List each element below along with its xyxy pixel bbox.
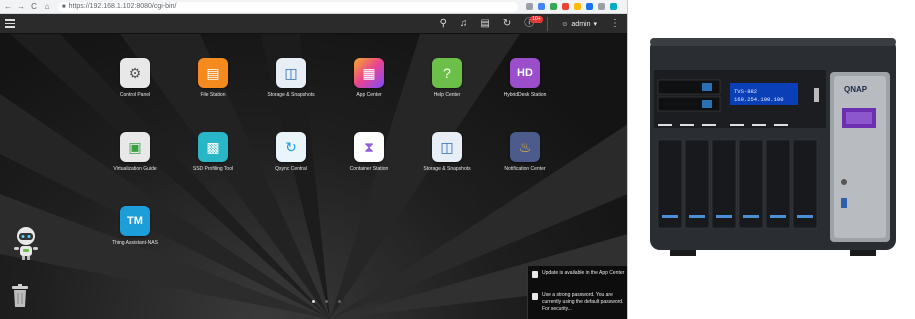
- app-notification-center[interactable]: ♨ Notification Center: [485, 132, 565, 172]
- notification-item[interactable]: Use a strong password. You are currently…: [532, 292, 627, 313]
- document-icon: [532, 271, 538, 278]
- app-label: Control Panel: [119, 92, 151, 98]
- browser-toolbar: ← → C ⌂ ■ https://192.168.1.102:8080/cgi…: [0, 0, 627, 14]
- extension-icon[interactable]: [586, 3, 593, 10]
- app-label: Qsync Central: [275, 166, 307, 172]
- grid-icon: ▦: [354, 58, 384, 88]
- app-app-center[interactable]: ▦ App Center: [329, 58, 409, 98]
- forward-icon[interactable]: →: [16, 2, 26, 12]
- user-menu[interactable]: ☺ admin ▾: [561, 20, 597, 29]
- browser-window: ← → C ⌂ ■ https://192.168.1.102:8080/cgi…: [0, 0, 628, 319]
- main-menu-button[interactable]: [0, 14, 20, 34]
- app-virtualization-guide[interactable]: ▣ Virtualization Guide: [95, 132, 175, 172]
- trash-icon[interactable]: [11, 284, 29, 308]
- app-label: File Station: [200, 92, 226, 98]
- user-icon: ☺: [561, 20, 569, 28]
- qts-topbar: ⚲ ♫ ▤ ↻ ⓘ 10+ ☺ admin ▾ ⋮: [0, 14, 627, 34]
- robot-assistant-icon[interactable]: [10, 224, 42, 262]
- app-label: Storage & Snapshots: [267, 92, 315, 98]
- folder-icon: ▤: [198, 58, 228, 88]
- extension-icons: [526, 3, 617, 10]
- app-label: Virtualization Guide: [113, 166, 157, 172]
- lcd-ip: 169.254.100.100: [734, 96, 784, 103]
- app-label: Storage & Snapshots: [423, 166, 471, 172]
- lcd-model: TVS-882: [734, 88, 757, 95]
- search-icon[interactable]: ⚲: [440, 14, 447, 34]
- app-label: Container Station: [349, 166, 389, 172]
- home-icon[interactable]: ⌂: [42, 2, 52, 12]
- volume-icon[interactable]: ♫: [460, 14, 468, 34]
- extension-icon[interactable]: [598, 3, 605, 10]
- bell-icon: ♨: [510, 132, 540, 162]
- app-control-panel[interactable]: ⚙ Control Panel: [95, 58, 175, 98]
- app-label: SSD Profiling Tool: [192, 166, 234, 172]
- app-thing-assistant[interactable]: TM Thing Assistant-NAS: [95, 206, 175, 246]
- username: admin: [571, 20, 591, 28]
- back-icon[interactable]: ←: [3, 2, 13, 12]
- app-file-station[interactable]: ▤ File Station: [173, 58, 253, 98]
- external-device-icon[interactable]: ↻: [503, 14, 511, 34]
- question-icon: ?: [432, 58, 462, 88]
- more-icon[interactable]: ⋮: [610, 14, 620, 34]
- sync-icon: ↻: [276, 132, 306, 162]
- notification-badge: 10+: [530, 16, 543, 23]
- app-label: Notification Center: [504, 166, 546, 172]
- app-ssd-profiling-tool[interactable]: ▩ SSD Profiling Tool: [173, 132, 253, 172]
- app-label: HybridDesk Station: [503, 92, 547, 98]
- screen: { "browser": { "address": "https://192.1…: [0, 0, 915, 319]
- topbar-icons: ⚲ ♫ ▤ ↻ ⓘ 10+ ☺ admin ▾ ⋮: [440, 14, 620, 34]
- divider: [547, 17, 549, 31]
- app-label: Thing Assistant-NAS: [112, 240, 158, 246]
- gear-icon: ⚙: [120, 58, 150, 88]
- reload-icon[interactable]: C: [29, 2, 39, 12]
- app-help-center[interactable]: ? Help Center: [407, 58, 487, 98]
- ssd-icon: ▩: [198, 132, 228, 162]
- notification-text: Use a strong password. You are currently…: [542, 292, 624, 312]
- app-label: App Center: [356, 92, 382, 98]
- extension-icon[interactable]: [610, 3, 617, 10]
- cube-icon: ▣: [120, 132, 150, 162]
- extension-icon[interactable]: [574, 3, 581, 10]
- tm-icon: TM: [120, 206, 150, 236]
- notification-text: Update is available in the App Center: [542, 270, 625, 276]
- extension-icon[interactable]: [526, 3, 533, 10]
- extension-icon[interactable]: [538, 3, 545, 10]
- notification-panel: Update is available in the App Center Us…: [527, 266, 627, 319]
- address-bar[interactable]: ■ https://192.168.1.102:8080/cgi-bin/: [58, 1, 518, 12]
- app-storage-snapshots[interactable]: ◫ Storage & Snapshots: [251, 58, 331, 98]
- notification-item[interactable]: Update is available in the App Center: [532, 270, 627, 278]
- storage-icon: ◫: [276, 58, 306, 88]
- background-tasks-icon[interactable]: ▤: [480, 14, 489, 34]
- address-text: https://192.168.1.102:8080/cgi-bin/: [68, 3, 177, 10]
- app-hybriddesk-station[interactable]: HD HybridDesk Station: [485, 58, 565, 98]
- notification-icon[interactable]: ⓘ 10+: [524, 14, 543, 34]
- page-indicator: [312, 300, 341, 303]
- extension-icon[interactable]: [550, 3, 557, 10]
- page-dot[interactable]: [312, 300, 315, 303]
- app-qsync-central[interactable]: ↻ Qsync Central: [251, 132, 331, 172]
- qts-desktop: ⚙ Control Panel ▤ File Station ◫ Storage…: [0, 34, 627, 319]
- page-dot[interactable]: [325, 300, 328, 303]
- container-icon: ⧗: [354, 132, 384, 162]
- app-storage-snapshots-2[interactable]: ◫ Storage & Snapshots: [407, 132, 487, 172]
- document-icon: [532, 293, 538, 300]
- app-container-station[interactable]: ⧗ Container Station: [329, 132, 409, 172]
- storage-icon: ◫: [432, 132, 462, 162]
- nas-device-photo: TVS-882 169.254.100.100 QNAP: [630, 0, 915, 319]
- chevron-down-icon: ▾: [593, 21, 597, 28]
- brand-logo: QNAP: [844, 85, 868, 94]
- extension-icon[interactable]: [562, 3, 569, 10]
- page-dot[interactable]: [338, 300, 341, 303]
- app-label: Help Center: [433, 92, 461, 98]
- hd-icon: HD: [510, 58, 540, 88]
- lock-icon: ■: [62, 3, 66, 10]
